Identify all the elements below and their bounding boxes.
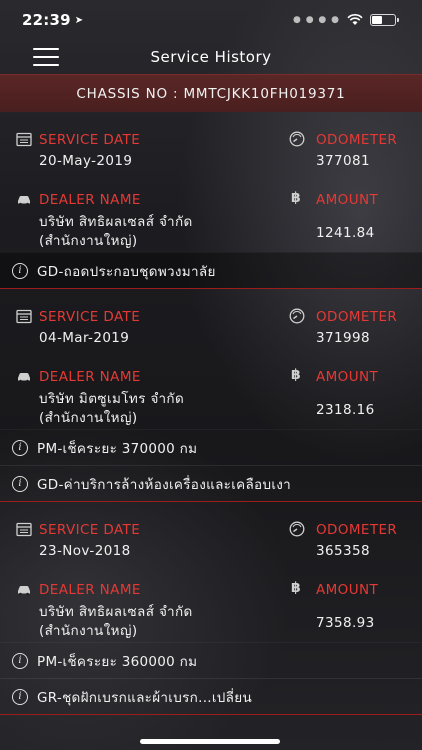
dealer-name-line1: บริษัท สิทธิผลเซลส์ จำกัด [39,604,193,620]
home-indicator[interactable] [140,739,280,744]
signal-dots-icon: ● ● ● ● [293,15,340,25]
record-dealer-row: DEALER NAME บริษัท มิตซูเมโทร จำกัด (สำน… [0,349,422,429]
service-date-value: 04-Mar-2019 [39,330,130,346]
info-icon: i [12,475,28,492]
speedometer-icon [289,521,305,537]
odometer-value: 377081 [316,153,370,169]
odometer-label: ODOMETER [316,132,398,148]
service-note: i GD-ถอดประกอบชุดพวงมาลัย [0,252,422,288]
speedometer-icon [289,308,305,324]
car-icon [18,586,30,596]
record-dealer-row: DEALER NAME บริษัท สิทธิผลเซลส์ จำกัด (ส… [0,562,422,642]
wifi-icon [347,14,363,25]
odometer-label: ODOMETER [316,309,398,325]
baht-icon: ฿ [291,367,301,383]
service-date-value: 23-Nov-2018 [39,543,131,559]
battery-fill [372,16,382,24]
dealer-name-line2: (สำนักงานใหญ่) [39,623,138,639]
record-date-row: SERVICE DATE 04-Mar-2019 ODOMETER 371998 [0,289,422,349]
record-date-row: SERVICE DATE 20-May-2019 ODOMETER 377081 [0,112,422,172]
nav-bar: Service History [0,40,422,74]
service-note: i GR-ชุดฝักเบรกและผ้าเบรก...เปลี่ยน [0,678,422,714]
amount-label: AMOUNT [316,582,379,598]
clock-text: 22:39 [22,11,71,29]
amount-value: 1241.84 [316,225,375,241]
amount-value: 2318.16 [316,402,375,418]
service-note: i GD-ค่าบริการล้างห้องเครื่องและเคลือบเง… [0,465,422,501]
info-icon: i [12,688,28,705]
info-icon: i [12,262,28,279]
car-icon [18,196,30,206]
service-date-label: SERVICE DATE [39,309,141,325]
calendar-icon [16,522,32,537]
status-icons: ● ● ● ● [293,14,399,26]
service-history-list[interactable]: SERVICE DATE 20-May-2019 ODOMETER 377081… [0,112,422,715]
service-record[interactable]: SERVICE DATE 20-May-2019 ODOMETER 377081… [0,112,422,289]
baht-icon: ฿ [291,190,301,206]
amount-label: AMOUNT [316,369,379,385]
info-icon: i [12,439,28,456]
status-bar: 22:39 ➤ ● ● ● ● [0,0,422,40]
speedometer-icon [289,131,305,147]
service-date-label: SERVICE DATE [39,132,141,148]
service-record[interactable]: SERVICE DATE 04-Mar-2019 ODOMETER 371998… [0,289,422,502]
dealer-name-line2: (สำนักงานใหญ่) [39,233,138,249]
amount-label: AMOUNT [316,192,379,208]
hamburger-menu-icon[interactable] [33,48,59,66]
service-note-text: GR-ชุดฝักเบรกและผ้าเบรก...เปลี่ยน [37,689,252,706]
chassis-bar: CHASSIS NO : MMTCJKK10FH019371 [0,74,422,112]
page-title: Service History [150,48,272,66]
service-date-label: SERVICE DATE [39,522,141,538]
service-record[interactable]: SERVICE DATE 23-Nov-2018 ODOMETER 365358… [0,502,422,715]
service-note: i PM-เช็คระยะ 360000 กม [0,642,422,678]
dealer-name-label: DEALER NAME [39,369,141,385]
baht-icon: ฿ [291,580,301,596]
dealer-name-label: DEALER NAME [39,582,141,598]
status-time: 22:39 ➤ [22,11,83,29]
amount-value: 7358.93 [316,615,375,631]
car-icon [18,373,30,383]
dealer-name-line1: บริษัท มิตซูเมโทร จำกัด [39,391,185,407]
dealer-name-line1: บริษัท สิทธิผลเซลส์ จำกัด [39,214,193,230]
odometer-value: 365358 [316,543,370,559]
location-arrow-icon: ➤ [74,14,84,26]
odometer-label: ODOMETER [316,522,398,538]
service-note-text: GD-ถอดประกอบชุดพวงมาลัย [37,263,216,280]
odometer-value: 371998 [316,330,370,346]
service-date-value: 20-May-2019 [39,153,133,169]
record-dealer-row: DEALER NAME บริษัท สิทธิผลเซลส์ จำกัด (ส… [0,172,422,252]
record-date-row: SERVICE DATE 23-Nov-2018 ODOMETER 365358 [0,502,422,562]
chassis-number: CHASSIS NO : MMTCJKK10FH019371 [76,85,346,102]
calendar-icon [16,309,32,324]
dealer-name-label: DEALER NAME [39,192,141,208]
battery-icon [370,14,399,26]
calendar-icon [16,132,32,147]
info-icon: i [12,652,28,669]
service-note-text: PM-เช็คระยะ 360000 กม [37,653,198,670]
service-note: i PM-เช็คระยะ 370000 กม [0,429,422,465]
dealer-name-line2: (สำนักงานใหญ่) [39,410,138,426]
service-note-text: GD-ค่าบริการล้างห้องเครื่องและเคลือบเงา [37,476,292,493]
service-note-text: PM-เช็คระยะ 370000 กม [37,440,198,457]
